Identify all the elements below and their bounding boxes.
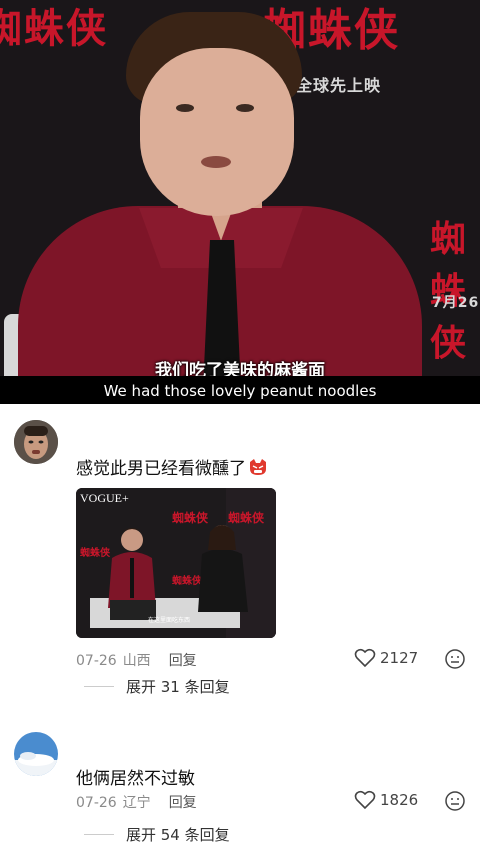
poster-subtitle-top: 全球先上映 [296, 76, 382, 95]
comment-location: 辽宁 [122, 795, 151, 811]
speaker-mouth [201, 156, 231, 168]
speaker-face [140, 48, 294, 216]
avatar[interactable] [14, 732, 58, 776]
comment-item: 感觉此男已经看微醺了 VOGUE+ 蜘蛛侠 蜘蛛侠 蜘蛛侠 蜘蛛侠 在这里面吃东… [0, 404, 480, 704]
thumb-poster-3: 蜘蛛侠 [80, 546, 111, 559]
thumb-poster-1: 蜘蛛侠 [172, 510, 209, 525]
comment-text: 感觉此男已经看微醺了 [76, 454, 268, 479]
comment-location: 山西 [122, 653, 151, 669]
comment-meta: 07-26 山西 回复 [76, 650, 215, 670]
like-count: 2127 [380, 649, 419, 667]
avatar-face-icon [14, 420, 58, 464]
interview-photo: VOGUE+ 蜘蛛侠 蜘蛛侠 蜘蛛侠 蜘蛛侠 在这里面吃东西 [76, 488, 276, 638]
avatar-sky-icon [14, 732, 58, 776]
thumb-subtitle: 在这里面吃东西 [148, 616, 190, 624]
like-count: 1826 [380, 791, 419, 809]
comment-date: 07-26 [76, 653, 117, 669]
reply-button[interactable]: 回复 [169, 795, 197, 811]
comment-text-body: 感觉此男已经看微醺了 [76, 459, 246, 479]
speaker-eye-left [176, 104, 194, 112]
poster-title-left: 蜘蛛侠 [0, 6, 108, 52]
avatar[interactable] [14, 420, 58, 464]
speaker-eye-right [236, 104, 254, 112]
poster-title-right: 蜘蛛侠 [430, 219, 469, 364]
reaction-face-icon[interactable] [444, 648, 466, 670]
expand-replies[interactable]: 展开 54 条回复 [84, 824, 230, 845]
heart-icon [354, 648, 376, 668]
like-button[interactable]: 1826 [354, 790, 418, 810]
comment-text: 他俩居然不过敏 [76, 769, 195, 789]
vogue-logo-text: VOGUE+ [80, 491, 129, 505]
reaction-face-icon[interactable] [444, 790, 466, 812]
video-player[interactable]: 蜘蛛侠 蜘蛛侠 全球先上映 蜘蛛侠 7月26 蜘蛛侠 我们吃了美味的麻酱面 We… [0, 0, 480, 404]
comment-date: 07-26 [76, 795, 117, 811]
thumb-poster-4: 蜘蛛侠 [172, 574, 203, 587]
expand-replies-label: 展开 31 条回复 [126, 678, 230, 696]
comment-meta: 07-26 辽宁 回复 [76, 792, 215, 812]
expand-replies-label: 展开 54 条回复 [126, 826, 230, 844]
heart-icon [354, 790, 376, 810]
expand-replies[interactable]: 展开 31 条回复 [84, 676, 230, 697]
comment-item: 他俩居然不过敏 07-26 辽宁 回复 1826 展开 54 条回复 [0, 720, 480, 860]
comment-image[interactable]: VOGUE+ 蜘蛛侠 蜘蛛侠 蜘蛛侠 蜘蛛侠 在这里面吃东西 [76, 488, 276, 638]
divider-line [84, 834, 114, 835]
thumb-poster-2: 蜘蛛侠 [228, 510, 265, 525]
reply-button[interactable]: 回复 [169, 653, 197, 669]
poster-date: 7月26 [432, 295, 480, 311]
like-button[interactable]: 2127 [354, 648, 418, 668]
angry-face-icon [248, 458, 268, 476]
subtitle-english: We had those lovely peanut noodles [103, 382, 377, 400]
divider-line [84, 686, 114, 687]
